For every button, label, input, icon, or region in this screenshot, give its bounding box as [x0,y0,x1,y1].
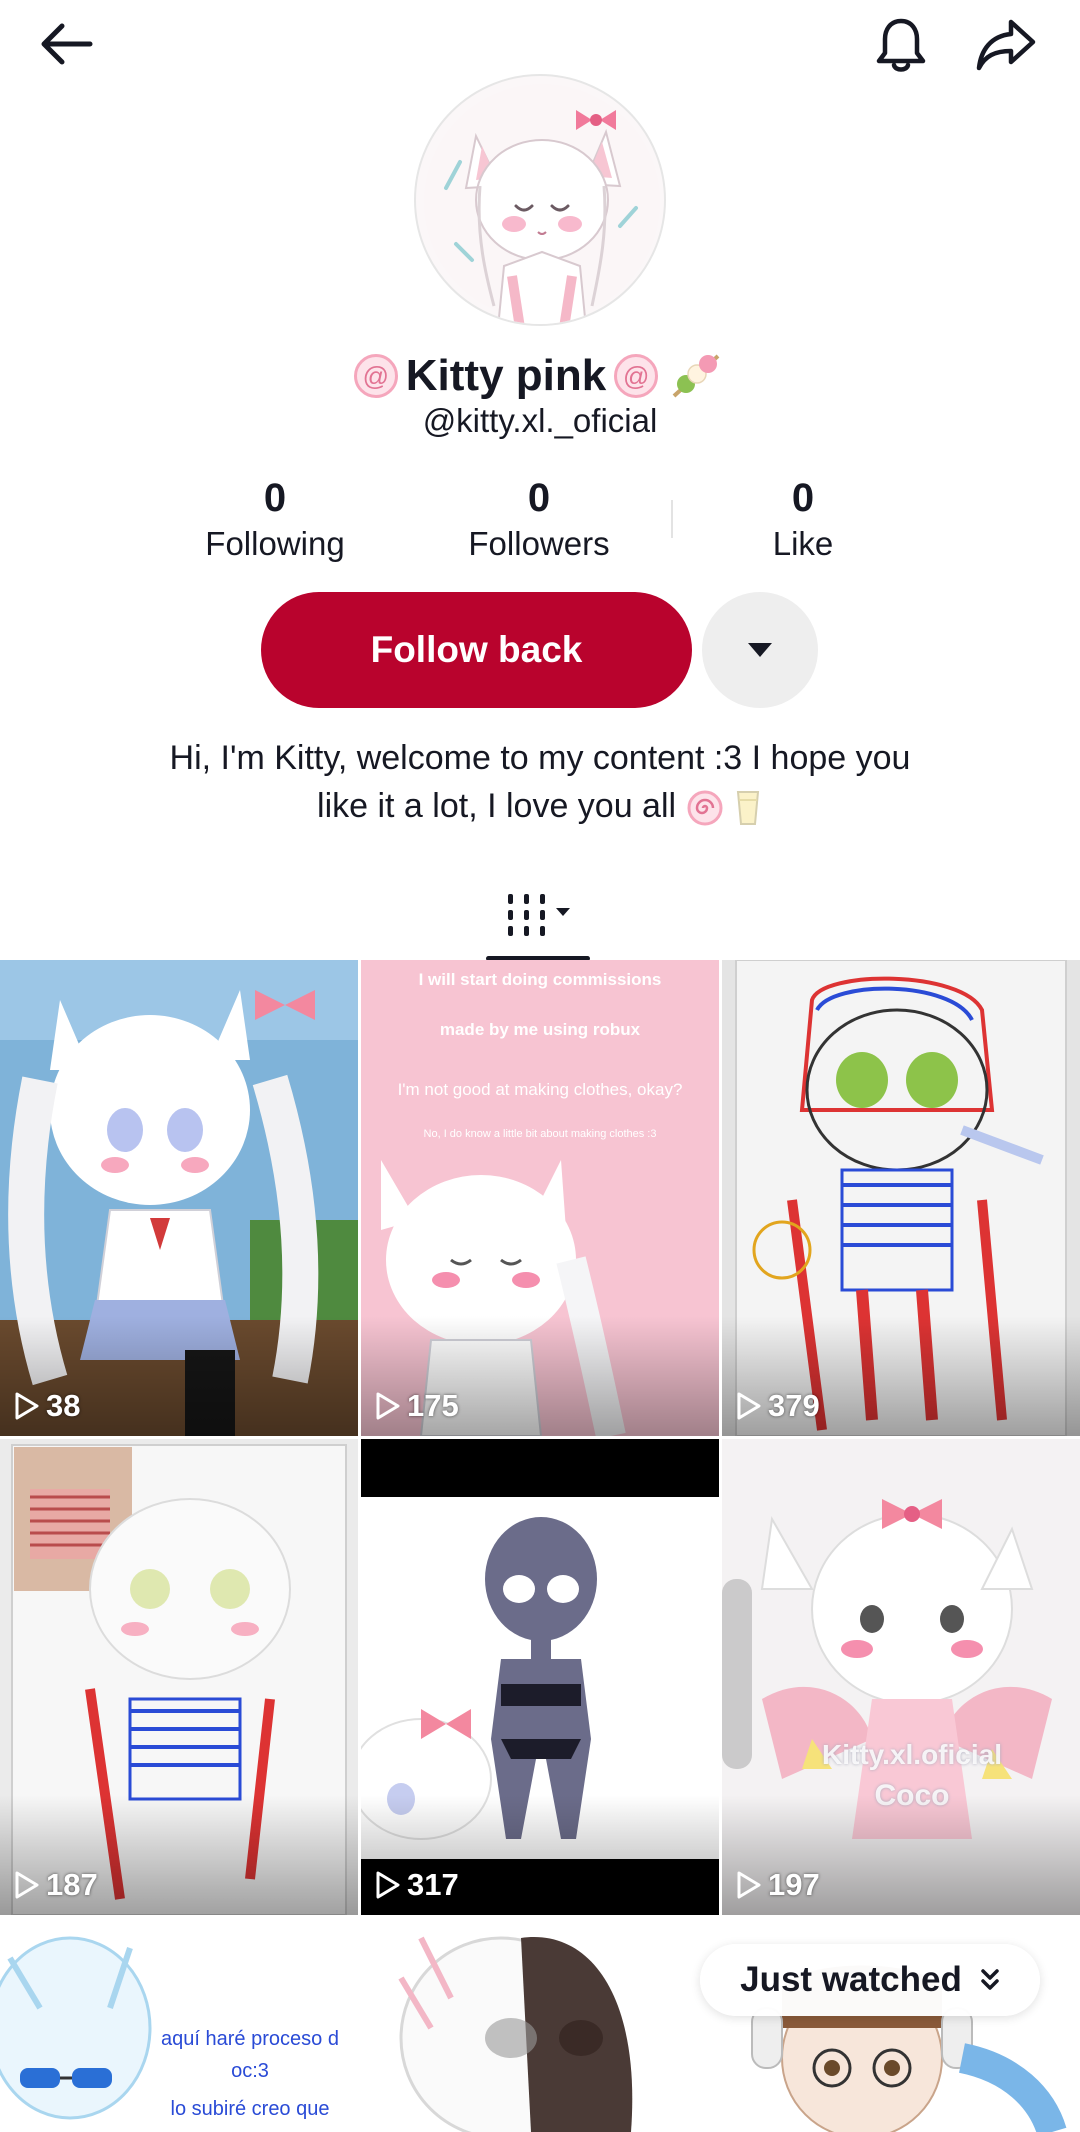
thumbnail-caption: aquí haré proceso d [161,2028,339,2050]
thumbnail-caption: No, I do know a little bit about making … [423,1128,657,1140]
grid-menu-icon [508,894,570,936]
stat-followers[interactable]: 0 Followers [419,476,659,563]
back-button[interactable] [28,14,104,74]
video-thumbnail[interactable]: 317 [361,1439,719,1915]
view-count-value: 175 [407,1388,459,1423]
suggested-accounts-button[interactable] [702,592,818,708]
thumbnail-image [361,1918,719,2132]
play-icon [376,1392,400,1420]
narutomaki-icon: @ [614,354,659,398]
play-icon [15,1392,39,1420]
view-count-value: 38 [46,1388,81,1423]
view-count: 197 [736,1867,820,1903]
followers-count: 0 [527,476,551,520]
stats-divider [671,500,673,538]
view-count-value: 379 [768,1388,820,1423]
view-count-value: 187 [46,1867,98,1902]
play-icon [376,1871,400,1899]
likes-label: Like [772,525,834,562]
view-count: 187 [14,1867,98,1903]
bell-icon [876,18,926,72]
narutomaki-icon: @ [353,354,398,398]
view-count: 38 [14,1388,80,1424]
content-tab-bar [0,870,1080,961]
view-count-value: 317 [407,1867,459,1902]
following-count: 0 [263,476,287,520]
view-count: 175 [375,1388,459,1424]
play-icon [737,1871,761,1899]
thumbnail-caption: made by me using robux [439,1020,641,1039]
play-icon [15,1871,39,1899]
double-chevron-down-icon [981,1969,999,1990]
thumbnail-caption: I'm not good at making clothes, okay? [397,1080,683,1099]
video-thumbnail[interactable] [361,1918,719,2132]
narutomaki-icon [687,790,723,826]
bio-line-2-wrap: like it a lot, I love you all [80,782,1000,830]
thumbnail-watermark: Kitty.xl.oficial [822,1739,1002,1770]
profile-avatar[interactable] [414,74,666,326]
view-count-value: 197 [768,1867,820,1902]
just-watched-button[interactable]: Just watched [700,1944,1040,2016]
share-button[interactable] [968,10,1044,80]
thumbnail-caption: lo subiré creo que [170,2098,330,2120]
milk-glass-icon [736,791,760,826]
username-handle: @kitty.xl._oficial [422,402,658,439]
share-arrow-icon [976,19,1036,71]
video-thumbnail[interactable]: Kitty.xl.oficial Coco 197 [722,1439,1080,1915]
video-thumbnail[interactable]: I will start doing commissions made by m… [361,960,719,1436]
just-watched-label: Just watched [740,1960,962,1999]
profile-bio: Hi, I'm Kitty, welcome to my content :3 … [80,734,1000,830]
thumbnail-caption: I will start doing commissions [418,970,662,989]
avatar-illustration [424,84,660,324]
thumbnail-caption: oc:3 [231,2060,269,2082]
bio-line-2: like it a lot, I love you all [317,787,677,825]
tab-videos[interactable] [486,876,594,956]
notification-button[interactable] [866,10,936,80]
video-thumbnail[interactable]: 38 [0,960,358,1436]
view-count: 379 [736,1388,820,1424]
followers-label: Followers [468,525,610,562]
display-name-row: @ Kitty pink @ [0,344,1080,408]
follow-back-button[interactable]: Follow back [261,592,692,708]
likes-count: 0 [791,476,815,520]
bio-line-1: Hi, I'm Kitty, welcome to my content :3 … [169,739,911,777]
display-name: Kitty pink [405,351,607,400]
following-label: Following [205,525,345,562]
video-thumbnail[interactable]: aquí haré proceso d oc:3 lo subiré creo … [0,1918,358,2132]
caret-down-icon [748,643,772,657]
play-icon [737,1392,761,1420]
dango-icon [672,354,720,398]
video-thumbnail[interactable]: 379 [722,960,1080,1436]
video-thumbnail[interactable]: 187 [0,1439,358,1915]
stat-likes[interactable]: 0 Like [683,476,923,563]
back-arrow-icon [41,23,93,65]
stat-following[interactable]: 0 Following [155,476,395,563]
view-count: 317 [375,1867,459,1903]
